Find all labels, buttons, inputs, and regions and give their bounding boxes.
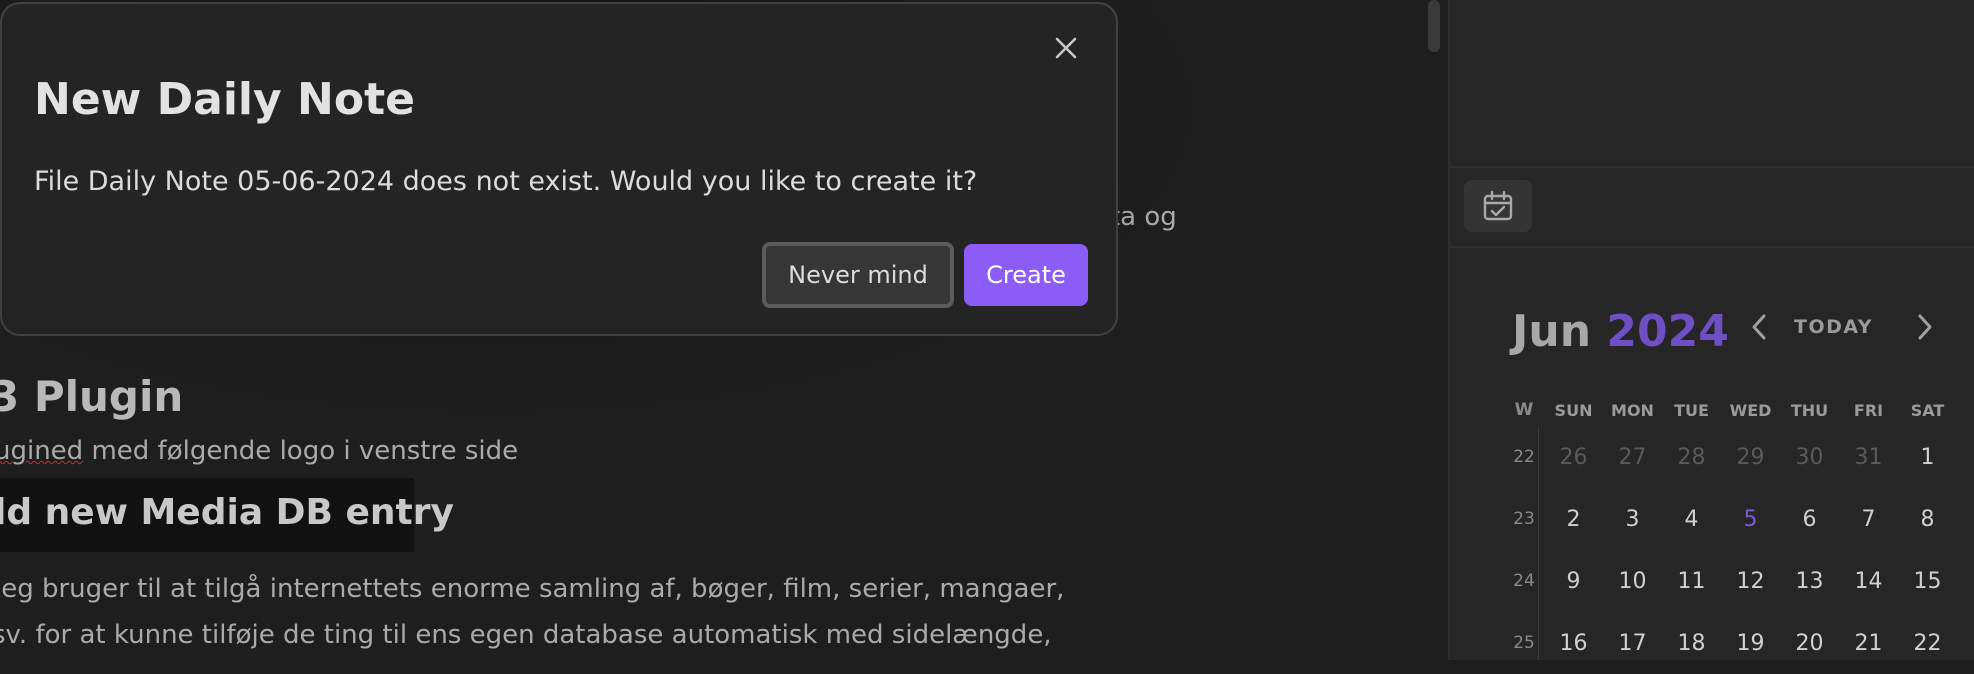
calendar-day[interactable]: 22 [1898,612,1957,674]
calendar-month: Jun [1512,306,1592,357]
week-row: 24 9 10 11 12 13 14 15 [1504,550,1962,612]
weekday-header: FRI [1853,400,1884,420]
editor-scrollbar[interactable] [1428,0,1440,52]
misspelled-word: ugined [0,436,84,466]
weekday-header-row: W SUN MON TUE WED THU FRI SAT [1504,394,1962,426]
chevron-left-icon[interactable] [1742,310,1776,344]
calendar-day[interactable]: 10 [1603,550,1662,612]
calendar-day[interactable]: 27 [1603,426,1662,488]
calendar-day[interactable]: 28 [1662,426,1721,488]
calendar-title: Jun 2024 [1512,306,1729,357]
week-number[interactable]: 25 [1504,612,1544,674]
create-button[interactable]: Create [964,244,1088,306]
paragraph-logo: ugined med følgende logo i venstre side [0,436,518,466]
heading-entry-block: ld new Media DB entry [0,478,454,552]
today-button[interactable]: TODAY [1794,316,1873,338]
calendar-day[interactable]: 20 [1780,612,1839,674]
calendar-day-today[interactable]: 5 [1721,488,1780,550]
weekday-header: SUN [1554,400,1593,420]
calendar-day[interactable]: 9 [1544,550,1603,612]
close-icon[interactable] [1046,28,1086,68]
calendar-day[interactable]: 16 [1544,612,1603,674]
calendar-day[interactable]: 26 [1544,426,1603,488]
calendar-day[interactable]: 13 [1780,550,1839,612]
week-row: 25 16 17 18 19 20 21 22 [1504,612,1962,674]
calendar-day[interactable]: 7 [1839,488,1898,550]
calendar-day[interactable]: 11 [1662,550,1721,612]
calendar-day[interactable]: 19 [1721,612,1780,674]
paragraph-logo-rest: med følgende logo i venstre side [83,436,519,466]
weekday-header: WED [1729,400,1772,420]
right-sidebar: Jun 2024 TODAY W SUN MON TUE WED THU FRI… [1450,0,1974,660]
calendar-day[interactable]: 21 [1839,612,1898,674]
never-mind-button[interactable]: Never mind [762,242,954,308]
heading-entry: ld new Media DB entry [0,492,454,533]
calendar-day[interactable]: 18 [1662,612,1721,674]
week-number[interactable]: 22 [1504,426,1544,488]
calendar-check-icon [1483,190,1513,221]
calendar-day[interactable]: 12 [1721,550,1780,612]
calendar-day[interactable]: 6 [1780,488,1839,550]
week-number[interactable]: 24 [1504,550,1544,612]
calendar-grid: W SUN MON TUE WED THU FRI SAT 22 26 27 2… [1504,394,1962,674]
calendar-day[interactable]: 1 [1898,426,1957,488]
sidebar-separator [1450,166,1974,168]
calendar-day[interactable]: 2 [1544,488,1603,550]
paragraph-description-1: jeg bruger til at tilgå internettets eno… [0,574,1065,604]
calendar-day[interactable]: 15 [1898,550,1957,612]
week-row: 22 26 27 28 29 30 31 1 [1504,426,1962,488]
calendar-day[interactable]: 29 [1721,426,1780,488]
calendar-day[interactable]: 3 [1603,488,1662,550]
modal-title: New Daily Note [34,74,415,125]
weekday-header: W [1514,400,1534,420]
heading-plugin: 3 Plugin [0,372,184,421]
week-number[interactable]: 23 [1504,488,1544,550]
calendar-day[interactable]: 4 [1662,488,1721,550]
editor-pane: ata og 3 Plugin ugined med følgende logo… [0,0,1448,660]
week-row: 23 2 3 4 5 6 7 8 [1504,488,1962,550]
chevron-right-icon[interactable] [1908,310,1942,344]
calendar-day[interactable]: 30 [1780,426,1839,488]
weekday-header: SAT [1910,400,1945,420]
weekday-header: TUE [1674,400,1709,420]
calendar-day[interactable]: 14 [1839,550,1898,612]
modal-message: File Daily Note 05-06-2024 does not exis… [34,166,978,197]
calendar-day[interactable]: 31 [1839,426,1898,488]
calendar-day[interactable]: 17 [1603,612,1662,674]
weekday-header: THU [1790,400,1829,420]
calendar-tab[interactable] [1464,180,1532,232]
calendar-year: 2024 [1606,306,1729,357]
weekday-header: MON [1611,400,1654,420]
sidebar-separator [1450,246,1974,248]
paragraph-description-2: sv. for at kunne tilføje de ting til ens… [0,620,1052,650]
calendar-day[interactable]: 8 [1898,488,1957,550]
new-daily-note-modal: New Daily Note File Daily Note 05-06-202… [0,2,1118,336]
